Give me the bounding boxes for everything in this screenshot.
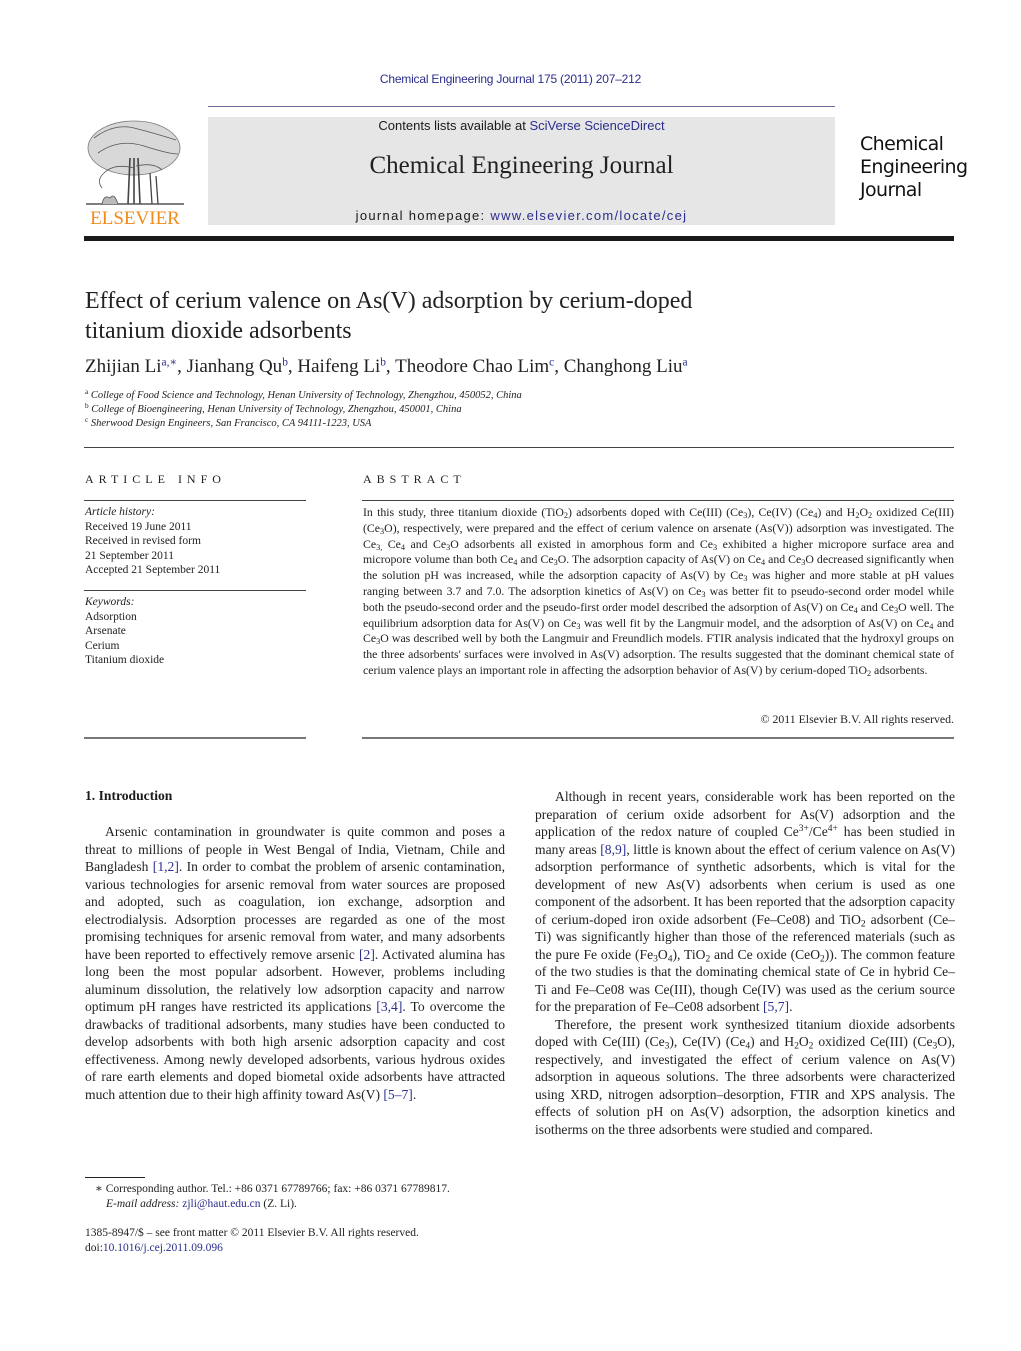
affiliation-text: Sherwood Design Engineers, San Francisco… (90, 418, 372, 429)
affiliation-text: College of Food Science and Technology, … (90, 390, 522, 401)
doi-prefix: doi: (85, 1242, 103, 1254)
email-label: E-mail address: (106, 1198, 180, 1210)
citation-link[interactable]: [5–7] (383, 1087, 412, 1102)
keyword: Arsenate (85, 625, 126, 637)
citation-link[interactable]: [2] (359, 947, 375, 962)
cover-title-line: Engineering (860, 156, 968, 178)
paragraph: Therefore, the present work synthesized … (535, 1016, 955, 1137)
citation-link[interactable]: [3,4] (376, 999, 402, 1014)
footnote: ∗ Corresponding author. Tel.: +86 0371 6… (85, 1182, 505, 1212)
corresponding-author-note: ∗ Corresponding author. Tel.: +86 0371 6… (85, 1182, 505, 1197)
title-line: titanium dioxide adsorbents (85, 318, 352, 344)
sciencedirect-link[interactable]: SciVerse ScienceDirect (529, 118, 664, 133)
footnote-marker: ∗ (95, 1183, 103, 1195)
history-item: Accepted 21 September 2011 (85, 564, 221, 576)
section-heading: 1. Introduction (85, 788, 173, 803)
contents-prefix: Contents lists available at (378, 118, 530, 133)
affiliation-mark: a (85, 386, 89, 396)
doi-link[interactable]: 10.1016/j.cej.2011.09.096 (103, 1242, 223, 1254)
citation-link[interactable]: [1,2] (153, 859, 179, 874)
homepage-link[interactable]: www.elsevier.com/locate/cej (490, 208, 687, 223)
author-affil-mark[interactable]: c (549, 357, 554, 369)
author-list: Zhijian Lia,∗, Jianhang Qub, Haifeng Lib… (85, 356, 688, 377)
divider (84, 500, 306, 501)
elsevier-logo: ELSEVIER (84, 118, 186, 230)
body-column-left: Arsenic contamination in groundwater is … (85, 823, 505, 1103)
header-rule (208, 106, 835, 107)
history-item: 21 September 2011 (85, 549, 175, 562)
header-thick-rule (84, 236, 954, 241)
keyword: Titanium dioxide (85, 654, 165, 666)
paragraph: Although in recent years, considerable w… (535, 789, 955, 1014)
author-name: Jianhang Qu (186, 356, 283, 377)
divider (84, 447, 954, 448)
keyword: Adsorption (85, 610, 137, 623)
divider (84, 590, 306, 591)
running-head[interactable]: Chemical Engineering Journal 175 (2011) … (0, 72, 1021, 86)
front-matter-text: 1385-8947/$ – see front matter © 2011 El… (85, 1227, 419, 1239)
author-affil-mark[interactable]: b (282, 357, 288, 369)
author-affil-mark[interactable]: b (380, 357, 386, 369)
affiliation: c Sherwood Design Engineers, San Francis… (85, 414, 372, 429)
journal-name: Chemical Engineering Journal (369, 152, 674, 179)
corresponding-text: Corresponding author. Tel.: +86 0371 677… (105, 1183, 450, 1195)
article-history: Article history: Received 19 June 2011 R… (85, 505, 305, 578)
affiliation: b College of Bioengineering, Henan Unive… (85, 400, 462, 415)
citation-link[interactable]: [8,9] (600, 842, 626, 857)
author-affil-mark[interactable]: a (682, 357, 687, 369)
article-info-label: ARTICLE INFO (85, 472, 226, 486)
contents-line: Contents lists available at SciVerse Sci… (208, 118, 835, 133)
abstract-copyright: © 2011 Elsevier B.V. All rights reserved… (760, 712, 954, 726)
history-item: Received 19 June 2011 (85, 520, 192, 533)
elsevier-tree-icon (86, 120, 184, 205)
body-column-right: Although in recent years, considerable w… (535, 788, 955, 1138)
author-name: Changhong Liu (563, 356, 683, 377)
journal-cover-title: Chemical Engineering Journal (860, 133, 968, 202)
citation-link[interactable]: [5,7] (763, 999, 789, 1014)
elsevier-wordmark: ELSEVIER (90, 208, 180, 229)
front-matter: 1385-8947/$ – see front matter © 2011 El… (85, 1226, 505, 1256)
author-name: Haifeng Li (297, 356, 381, 377)
divider (362, 737, 954, 739)
journal-homepage: journal homepage: www.elsevier.com/locat… (208, 208, 835, 223)
email-suffix: (Z. Li). (260, 1198, 297, 1210)
author-name: Theodore Chao Lim (395, 356, 550, 377)
cover-title-line: Journal (860, 179, 922, 201)
divider (362, 500, 954, 501)
paragraph: Arsenic contamination in groundwater is … (85, 824, 506, 1102)
author-name: Zhijian Li (85, 356, 162, 377)
keywords: Keywords: Adsorption Arsenate Cerium Tit… (85, 595, 305, 668)
affiliation: a College of Food Science and Technology… (85, 386, 522, 401)
keyword: Cerium (85, 639, 120, 652)
abstract-label: ABSTRACT (363, 472, 466, 486)
history-heading: Article history: (85, 506, 155, 518)
affiliation-mark: b (85, 400, 89, 410)
history-item: Received in revised form (85, 535, 201, 547)
article-title: Effect of cerium valence on As(V) adsorp… (85, 286, 845, 346)
cover-title-line: Chemical (860, 133, 944, 155)
footnote-rule (85, 1177, 145, 1178)
keywords-heading: Keywords: (85, 596, 135, 608)
email-note: E-mail address: zjli@haut.edu.cn (Z. Li)… (85, 1197, 505, 1212)
divider (84, 737, 306, 739)
homepage-prefix: journal homepage: (355, 208, 491, 223)
email-link[interactable]: zjli@haut.edu.cn (182, 1198, 260, 1210)
abstract-text: In this study, three titanium dioxide (T… (363, 505, 955, 679)
title-line: Effect of cerium valence on As(V) adsorp… (85, 288, 693, 314)
affiliation-mark: c (85, 414, 89, 424)
doi-line: doi:10.1016/j.cej.2011.09.096 (85, 1241, 505, 1256)
author-affil-mark[interactable]: a,∗ (162, 357, 178, 369)
journal-banner: Contents lists available at SciVerse Sci… (208, 117, 835, 225)
affiliation-text: College of Bioengineering, Henan Univers… (91, 404, 462, 415)
